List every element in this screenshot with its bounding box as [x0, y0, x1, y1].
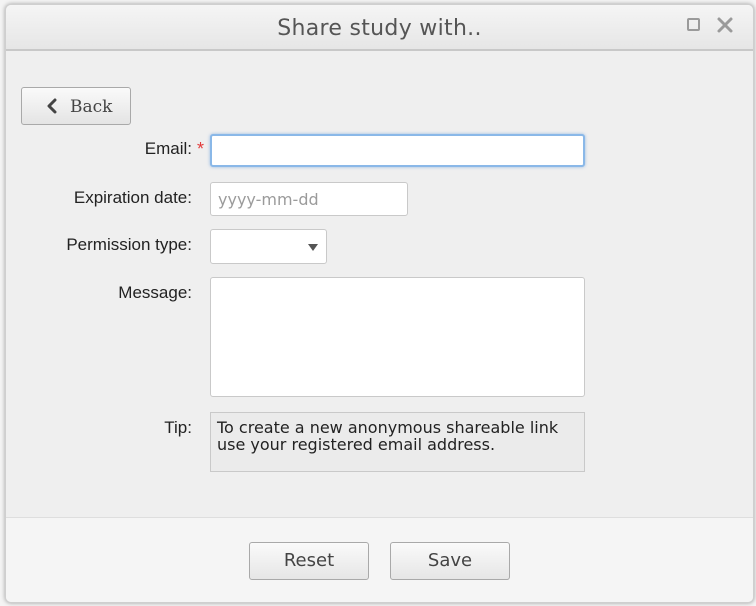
- reset-button[interactable]: Reset: [249, 542, 369, 580]
- required-asterisk: *: [197, 139, 205, 159]
- permission-type-select[interactable]: [210, 229, 327, 264]
- share-study-dialog: Share study with.. Back Email: * Expirat…: [5, 4, 754, 603]
- save-button[interactable]: Save: [390, 542, 510, 580]
- expiration-date-label: Expiration date:: [73, 188, 192, 207]
- dialog-titlebar: Share study with..: [6, 5, 753, 51]
- permission-type-label: Permission type:: [66, 235, 192, 254]
- message-textarea[interactable]: [210, 277, 585, 397]
- expiration-date-input[interactable]: [210, 182, 408, 216]
- maximize-icon: [687, 18, 700, 31]
- message-label: Message:: [118, 283, 192, 302]
- maximize-button[interactable]: [685, 16, 705, 36]
- chevron-left-icon: [47, 98, 57, 114]
- email-label: Email:: [144, 139, 192, 158]
- email-input[interactable]: [210, 134, 585, 167]
- dialog-title: Share study with..: [277, 16, 482, 41]
- tip-label: Tip:: [164, 418, 192, 437]
- close-icon: [717, 17, 733, 33]
- tip-box: To create a new anonymous shareable link…: [210, 412, 585, 472]
- back-button-label: Back: [70, 97, 113, 117]
- caret-down-icon: [308, 244, 318, 251]
- back-button[interactable]: Back: [21, 87, 131, 125]
- close-button[interactable]: [716, 16, 736, 36]
- dialog-footer: Reset Save: [6, 517, 753, 602]
